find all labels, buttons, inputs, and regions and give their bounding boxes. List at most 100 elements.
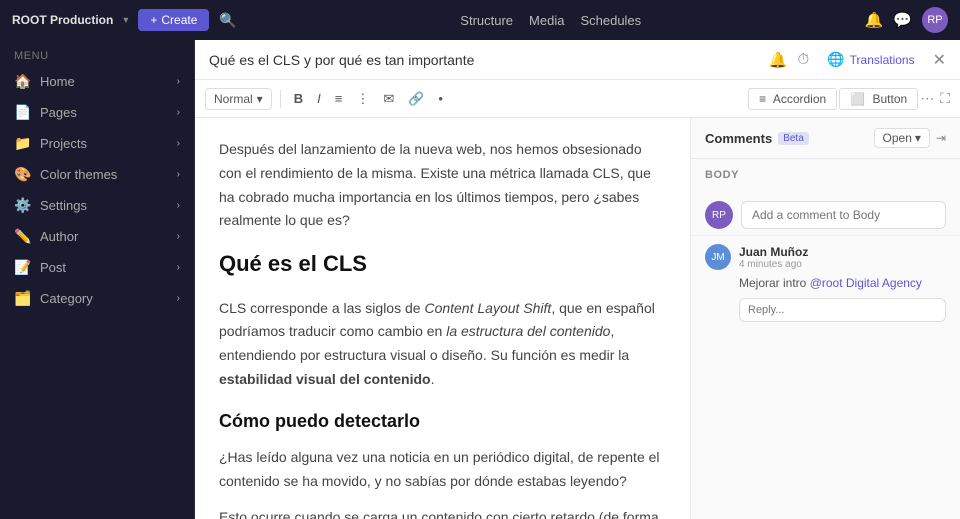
expand-button[interactable]: ⛶ — [940, 90, 950, 107]
chevron-icon: › — [177, 107, 180, 118]
open-label: Open — [883, 131, 912, 145]
user-initials: RP — [712, 210, 726, 221]
beta-badge: Beta — [778, 132, 809, 145]
special-button[interactable]: • — [433, 88, 448, 109]
ordered-list-button[interactable]: ⋮ — [351, 88, 374, 110]
chevron-icon: › — [177, 231, 180, 242]
chevron-icon: › — [177, 293, 180, 304]
main-layout: Menu 🏠 Home › 📄 Pages › 📁 Projects › 🎨 C… — [0, 40, 960, 519]
nav-media[interactable]: Media — [529, 13, 564, 28]
comments-panel: Comments Beta Open ▾ ⇥ Body — [690, 118, 960, 519]
comment-text: Mejorar intro @root Digital Agency — [705, 274, 946, 292]
comments-title: Comments Beta — [705, 131, 809, 146]
link-button[interactable]: 🔗 — [403, 88, 429, 110]
paragraph-cls-definition: CLS corresponde a las siglos de Content … — [219, 297, 666, 392]
sidebar-label-color-themes: Color themes — [40, 167, 117, 182]
accordion-button[interactable]: ≡ Accordion — [748, 88, 837, 110]
translations-label: Translations — [850, 53, 915, 67]
button-block-label: Button — [872, 92, 907, 106]
top-nav: Structure Media Schedules — [460, 13, 641, 28]
add-comment-input[interactable] — [741, 201, 946, 229]
more-options-button[interactable]: ⋯ — [920, 90, 934, 107]
add-comment-row: RP — [691, 195, 960, 235]
comment-avatar: JM — [705, 244, 731, 270]
heading-cls: Qué es el CLS — [219, 245, 666, 282]
color-themes-icon: 🎨 — [14, 166, 32, 183]
unordered-list-button[interactable]: ≡ — [330, 88, 348, 109]
bell-icon[interactable]: 🔔 — [865, 11, 884, 29]
projects-icon: 📁 — [14, 135, 32, 152]
sidebar-item-home[interactable]: 🏠 Home › — [0, 66, 194, 97]
chevron-icon: › — [177, 200, 180, 211]
editor[interactable]: Después del lanzamiento de la nueva web,… — [195, 118, 690, 519]
category-icon: 🗂️ — [14, 290, 32, 307]
avatar[interactable]: RP — [922, 7, 948, 33]
comment-time: 4 minutes ago — [739, 259, 808, 270]
comment-initials: JM — [711, 252, 724, 263]
heading-detect: Cómo puedo detectarlo — [219, 406, 666, 437]
translations-button[interactable]: 🌐 Translations — [819, 47, 922, 72]
style-dropdown[interactable]: Normal ▾ — [205, 88, 272, 110]
sidebar-label-projects: Projects — [40, 136, 87, 151]
comment-meta: Juan Muñoz 4 minutes ago — [739, 245, 808, 270]
open-chevron-icon: ▾ — [915, 131, 921, 145]
translations-icon: 🌐 — [827, 51, 844, 68]
editor-comments: Después del lanzamiento de la nueva web,… — [195, 118, 960, 519]
pages-icon: 📄 — [14, 104, 32, 121]
create-label: Create — [161, 13, 197, 27]
bold-button[interactable]: B — [289, 88, 308, 109]
history-icon[interactable]: ⏱ — [798, 51, 810, 68]
chevron-down-icon: ▾ — [123, 15, 128, 26]
button-block-button[interactable]: ⬜ Button — [839, 88, 918, 110]
sidebar-item-category[interactable]: 🗂️ Category › — [0, 283, 194, 314]
body-label: Body — [705, 169, 946, 181]
sidebar-label-author: Author — [40, 229, 78, 244]
close-icon[interactable]: ✕ — [933, 50, 946, 70]
mention: @root Digital Agency — [810, 276, 922, 290]
article-title: Qué es el CLS y por qué es tan important… — [209, 52, 763, 68]
nav-schedules[interactable]: Schedules — [580, 13, 641, 28]
comment-header: JM Juan Muñoz 4 minutes ago — [705, 244, 946, 270]
comment-author: Juan Muñoz — [739, 245, 808, 259]
post-icon: 📝 — [14, 259, 32, 276]
chevron-icon: › — [177, 262, 180, 273]
comment-reply-input[interactable] — [739, 298, 946, 322]
italic-button[interactable]: I — [312, 88, 326, 109]
email-button[interactable]: ✉ — [378, 88, 399, 110]
sidebar-item-color-themes[interactable]: 🎨 Color themes › — [0, 159, 194, 190]
button-block-icon: ⬜ — [850, 92, 865, 106]
menu-label: Menu — [0, 40, 194, 66]
comments-label: Comments — [705, 131, 772, 146]
user-avatar: RP — [705, 201, 733, 229]
chevron-icon: › — [177, 138, 180, 149]
comments-layout-button[interactable]: ⇥ — [936, 131, 946, 145]
sidebar-item-author[interactable]: ✏️ Author › — [0, 221, 194, 252]
dropdown-chevron-icon: ▾ — [257, 92, 263, 106]
sidebar-label-post: Post — [40, 260, 66, 275]
block-buttons: ≡ Accordion ⬜ Button ⋯ ⛶ — [748, 88, 950, 110]
sidebar-item-pages[interactable]: 📄 Pages › — [0, 97, 194, 128]
accordion-icon: ≡ — [759, 92, 766, 106]
sidebar: Menu 🏠 Home › 📄 Pages › 📁 Projects › 🎨 C… — [0, 40, 195, 519]
top-bar-left: ROOT Production ▾ + Create 🔍 — [12, 9, 237, 31]
style-label: Normal — [214, 92, 253, 106]
comment-item: JM Juan Muñoz 4 minutes ago Mejorar intr… — [691, 235, 960, 330]
sidebar-item-settings[interactable]: ⚙️ Settings › — [0, 190, 194, 221]
sidebar-label-home: Home — [40, 74, 75, 89]
sidebar-item-projects[interactable]: 📁 Projects › — [0, 128, 194, 159]
nav-structure[interactable]: Structure — [460, 13, 513, 28]
brand-logo: ROOT Production — [12, 13, 113, 27]
open-button[interactable]: Open ▾ — [874, 128, 930, 148]
sidebar-item-post[interactable]: 📝 Post › — [0, 252, 194, 283]
divider — [280, 90, 281, 108]
sidebar-label-category: Category — [40, 291, 93, 306]
comments-header: Comments Beta Open ▾ ⇥ — [691, 118, 960, 159]
sidebar-label-settings: Settings — [40, 198, 87, 213]
settings-icon: ⚙️ — [14, 197, 32, 214]
notifications-icon[interactable]: 🔔 — [769, 51, 788, 69]
search-icon[interactable]: 🔍 — [219, 12, 236, 29]
comment-icon[interactable]: 💬 — [893, 11, 912, 29]
comments-actions: Open ▾ ⇥ — [874, 128, 946, 148]
top-bar: ROOT Production ▾ + Create 🔍 Structure M… — [0, 0, 960, 40]
create-button[interactable]: + Create — [138, 9, 209, 31]
